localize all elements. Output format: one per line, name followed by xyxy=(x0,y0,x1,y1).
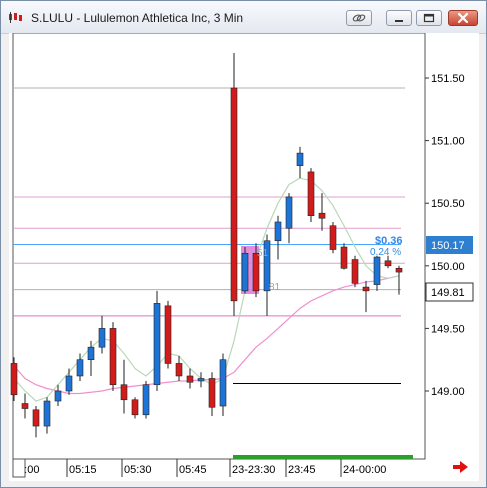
minimize-button[interactable] xyxy=(386,10,412,26)
plot-area[interactable] xyxy=(12,32,426,460)
candle-body xyxy=(384,260,392,267)
candle-body xyxy=(142,384,150,416)
candle-body xyxy=(373,256,381,285)
chart-window: S.LULU - Lululemon Athletica Inc, 3 Min xyxy=(0,0,487,488)
candle-body xyxy=(274,221,282,242)
candle-body xyxy=(230,87,238,302)
candle-body xyxy=(329,225,337,250)
price-tick-label: 151.50 xyxy=(431,73,465,85)
candle-body xyxy=(351,259,359,284)
price-tick-label: 149.00 xyxy=(431,386,465,398)
candle-body xyxy=(197,378,205,382)
candle-body xyxy=(131,399,139,416)
candle-body xyxy=(153,303,161,386)
box-top-label: 51 xyxy=(257,248,269,259)
candle-body xyxy=(296,152,304,166)
session-marker-bar xyxy=(233,455,413,459)
maximize-icon xyxy=(423,13,435,23)
price-chart[interactable]: 51 81 $0.36 0.24 % 151.50 151.00 150.50 150… xyxy=(9,32,479,481)
candle-body xyxy=(285,196,293,229)
candle-body xyxy=(241,252,249,292)
candle-body xyxy=(21,403,29,409)
candle-body xyxy=(208,378,216,408)
time-tick-label: 05:30 xyxy=(124,464,152,476)
time-tick-label: 23-23:30 xyxy=(232,464,275,476)
price-tick-label: 151.00 xyxy=(431,136,465,148)
candle-body xyxy=(76,359,84,377)
current-price-label: 149.81 xyxy=(431,287,465,299)
last-price-label: 150.17 xyxy=(431,240,465,252)
price-axis[interactable]: 151.50 151.00 150.50 150.00 149.50 149.00 xyxy=(425,73,465,398)
candle-body xyxy=(120,384,128,401)
candle-body xyxy=(65,375,73,392)
candle-body xyxy=(109,328,117,386)
candle-body xyxy=(175,363,183,377)
candle-body xyxy=(186,375,194,383)
candle-body xyxy=(32,409,40,427)
candle-body xyxy=(362,286,370,292)
time-axis[interactable]: :5:00 05:15 05:30 05:45 23-23:30 23:45 24-00:0… xyxy=(12,459,386,477)
candle-body xyxy=(318,212,326,219)
candlestick-chart-icon xyxy=(9,12,22,23)
minimize-icon xyxy=(395,20,403,22)
red-right-arrow-icon[interactable] xyxy=(453,461,468,473)
link-icon xyxy=(352,14,366,22)
time-tick-label: 23:45 xyxy=(288,464,316,476)
title-bar[interactable]: S.LULU - Lululemon Athletica Inc, 3 Min xyxy=(1,1,486,34)
candle-body xyxy=(164,305,172,364)
candle-body xyxy=(395,268,403,273)
price-tick-label: 149.50 xyxy=(431,323,465,335)
candle-body xyxy=(340,246,348,269)
close-icon xyxy=(457,12,469,24)
candle-body xyxy=(10,363,18,396)
scroll-left-handle[interactable] xyxy=(12,458,26,478)
close-button[interactable] xyxy=(448,10,478,26)
time-tick-label: 24-00:00 xyxy=(343,464,386,476)
candle-body xyxy=(98,328,106,348)
time-tick-label: 05:45 xyxy=(179,464,207,476)
link-button[interactable] xyxy=(346,10,372,26)
candle-body xyxy=(87,346,95,360)
candle-body xyxy=(307,171,315,217)
change-percent-label: 0.24 % xyxy=(370,247,401,258)
box-bottom-label: 81 xyxy=(269,282,281,293)
change-value-label: $0.36 xyxy=(375,235,403,247)
price-tick-label: 150.00 xyxy=(431,261,465,273)
candlestick-chart[interactable]: 51 81 $0.36 0.24 % 151.50 151.00 150.50 150… xyxy=(9,32,479,481)
price-tick-label: 150.50 xyxy=(431,198,465,210)
candle-body xyxy=(43,400,51,427)
maximize-button[interactable] xyxy=(416,10,442,26)
candle-body xyxy=(54,390,62,402)
window-title: S.LULU - Lululemon Athletica Inc, 3 Min xyxy=(31,11,244,25)
time-tick-label: 05:15 xyxy=(69,464,97,476)
candle-body xyxy=(219,359,227,407)
